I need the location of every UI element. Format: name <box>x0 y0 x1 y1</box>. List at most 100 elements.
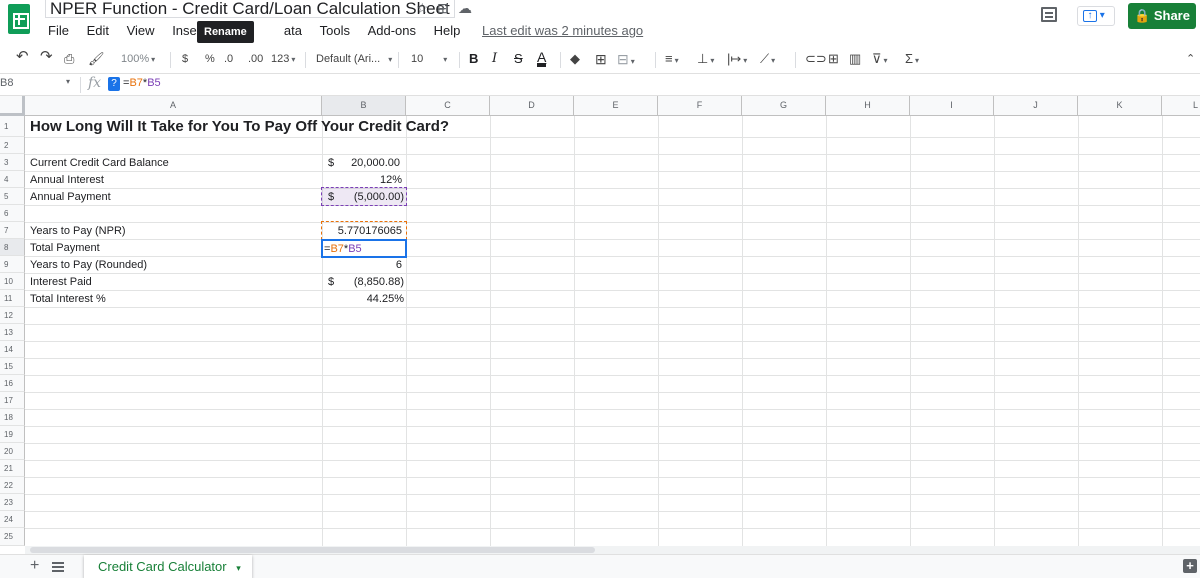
row-header-12[interactable]: 12 <box>0 307 25 324</box>
menu-addons[interactable]: Add-ons <box>368 22 416 40</box>
row-header-10[interactable]: 10 <box>0 273 25 290</box>
column-header-i[interactable]: I <box>910 96 994 116</box>
row-header-21[interactable]: 21 <box>0 460 25 477</box>
row-header-23[interactable]: 23 <box>0 494 25 511</box>
cell-a11[interactable]: Total Interest % <box>30 291 106 307</box>
undo-icon[interactable]: ↶ <box>16 49 29 65</box>
column-header-a[interactable]: A <box>25 96 322 116</box>
cell-a8[interactable]: Total Payment <box>30 240 100 256</box>
cell-b10[interactable]: (8,850.88) <box>322 274 404 290</box>
sheet-tab-credit-card-calculator[interactable]: Credit Card Calculator ▾ <box>84 555 252 578</box>
cell-a5[interactable]: Annual Payment <box>30 189 111 205</box>
currency-format-button[interactable]: $ <box>182 51 188 67</box>
filter-icon[interactable]: ⊽ ▾ <box>872 51 888 69</box>
star-icon[interactable]: ☆ <box>416 0 429 17</box>
cell-b3[interactable]: 20,000.00 <box>322 155 400 171</box>
paint-format-icon[interactable]: 🖌 <box>88 51 105 67</box>
horizontal-align-icon[interactable]: ≡ ▾ <box>665 51 679 69</box>
text-color-button[interactable]: A <box>537 50 547 67</box>
row-header-11[interactable]: 11 <box>0 290 25 307</box>
cell-a1-title[interactable]: How Long Will It Take for You To Pay Off… <box>30 116 449 138</box>
percent-format-button[interactable]: % <box>205 51 215 67</box>
row-header-17[interactable]: 17 <box>0 392 25 409</box>
all-sheets-icon[interactable] <box>52 562 64 572</box>
sheet-tab-menu-icon[interactable]: ▾ <box>236 563 241 573</box>
cell-b4[interactable]: 12% <box>322 172 402 188</box>
merge-cells-icon[interactable]: ⊟ ▾ <box>617 51 635 70</box>
row-header-8[interactable]: 8 <box>0 239 25 256</box>
increase-decimal-button[interactable]: .00 <box>248 51 263 67</box>
row-header-5[interactable]: 5 <box>0 188 25 205</box>
explore-icon[interactable]: + <box>1183 559 1197 573</box>
row-header-22[interactable]: 22 <box>0 477 25 494</box>
strikethrough-button[interactable]: S <box>514 51 523 67</box>
column-header-k[interactable]: K <box>1078 96 1162 116</box>
column-header-e[interactable]: E <box>574 96 658 116</box>
cell-b5[interactable]: (5,000.00) <box>322 189 404 205</box>
cloud-status-icon[interactable]: ☁ <box>458 0 472 17</box>
fill-color-icon[interactable]: ◆ <box>570 51 580 67</box>
collapse-toolbar-icon[interactable]: ⌃ <box>1186 51 1195 67</box>
row-header-16[interactable]: 16 <box>0 375 25 392</box>
column-header-h[interactable]: H <box>826 96 910 116</box>
bold-button[interactable]: B <box>469 51 478 67</box>
menu-edit[interactable]: Edit <box>87 22 109 40</box>
formula-input[interactable]: =B7*B5 <box>123 77 161 89</box>
row-header-20[interactable]: 20 <box>0 443 25 460</box>
cell-a7[interactable]: Years to Pay (NPR) <box>30 223 126 239</box>
last-edit-link[interactable]: Last edit was 2 minutes ago <box>482 22 643 40</box>
row-header-18[interactable]: 18 <box>0 409 25 426</box>
share-button[interactable]: 🔒 Share <box>1128 3 1196 29</box>
row-header-15[interactable]: 15 <box>0 358 25 375</box>
row-header-6[interactable]: 6 <box>0 205 25 222</box>
formula-help-icon[interactable]: ? <box>108 77 120 91</box>
decrease-decimal-button[interactable]: .0 <box>224 51 233 67</box>
insert-comment-icon[interactable]: ⊞ <box>828 51 839 67</box>
text-rotation-icon[interactable]: ⟋ ▾ <box>760 51 775 69</box>
menu-file[interactable]: File <box>48 22 69 40</box>
horizontal-scrollbar[interactable] <box>25 546 1200 554</box>
active-cell-b8-editor[interactable]: =B7*B5 <box>321 239 407 258</box>
row-header-19[interactable]: 19 <box>0 426 25 443</box>
cell-a10[interactable]: Interest Paid <box>30 274 92 290</box>
cell-a4[interactable]: Annual Interest <box>30 172 104 188</box>
insert-link-icon[interactable]: ⊂⊃ <box>805 51 827 67</box>
row-header-24[interactable]: 24 <box>0 511 25 528</box>
cell-b11[interactable]: 44.25% <box>322 291 404 307</box>
cell-b7[interactable]: 5.770176065 <box>322 223 402 239</box>
menu-tools[interactable]: Tools <box>320 22 350 40</box>
column-header-l[interactable]: L <box>1162 96 1200 116</box>
select-all-corner[interactable] <box>0 96 25 116</box>
present-button[interactable]: ↑ ▾ <box>1077 6 1115 26</box>
italic-button[interactable]: I <box>492 51 497 67</box>
insert-chart-icon[interactable]: ▥ <box>849 51 861 67</box>
row-header-7[interactable]: 7 <box>0 222 25 239</box>
cell-a3[interactable]: Current Credit Card Balance <box>30 155 169 171</box>
menu-data[interactable]: ata <box>284 22 302 40</box>
redo-icon[interactable]: ↷ <box>40 49 53 65</box>
more-formats-button[interactable]: 123 ▾ <box>271 51 295 68</box>
borders-icon[interactable]: ⊞ <box>595 51 607 67</box>
column-header-b[interactable]: B <box>322 96 406 116</box>
sheets-logo-icon[interactable] <box>8 4 30 34</box>
row-header-4[interactable]: 4 <box>0 171 25 188</box>
row-header-14[interactable]: 14 <box>0 341 25 358</box>
row-header-9[interactable]: 9 <box>0 256 25 273</box>
add-sheet-button[interactable]: + <box>30 557 39 575</box>
vertical-align-icon[interactable]: ⊥ ▾ <box>697 51 714 69</box>
column-header-g[interactable]: G <box>742 96 826 116</box>
name-box-dropdown-icon[interactable]: ▾ <box>66 77 70 86</box>
zoom-select[interactable]: 100% ▾ <box>121 51 155 68</box>
comment-history-icon[interactable] <box>1041 7 1057 22</box>
move-to-folder-icon[interactable]: ⊞ <box>437 0 449 17</box>
print-icon[interactable]: ⎙ <box>64 51 74 67</box>
column-header-c[interactable]: C <box>406 96 490 116</box>
row-header-1[interactable]: 1 <box>0 116 25 137</box>
menu-view[interactable]: View <box>127 22 155 40</box>
cell-b9[interactable]: 6 <box>322 257 402 273</box>
functions-icon[interactable]: Σ ▾ <box>905 51 919 69</box>
row-header-25[interactable]: 25 <box>0 528 25 546</box>
row-header-13[interactable]: 13 <box>0 324 25 341</box>
cell-a9[interactable]: Years to Pay (Rounded) <box>30 257 147 273</box>
document-title[interactable]: NPER Function - Credit Card/Loan Calcula… <box>45 0 455 18</box>
